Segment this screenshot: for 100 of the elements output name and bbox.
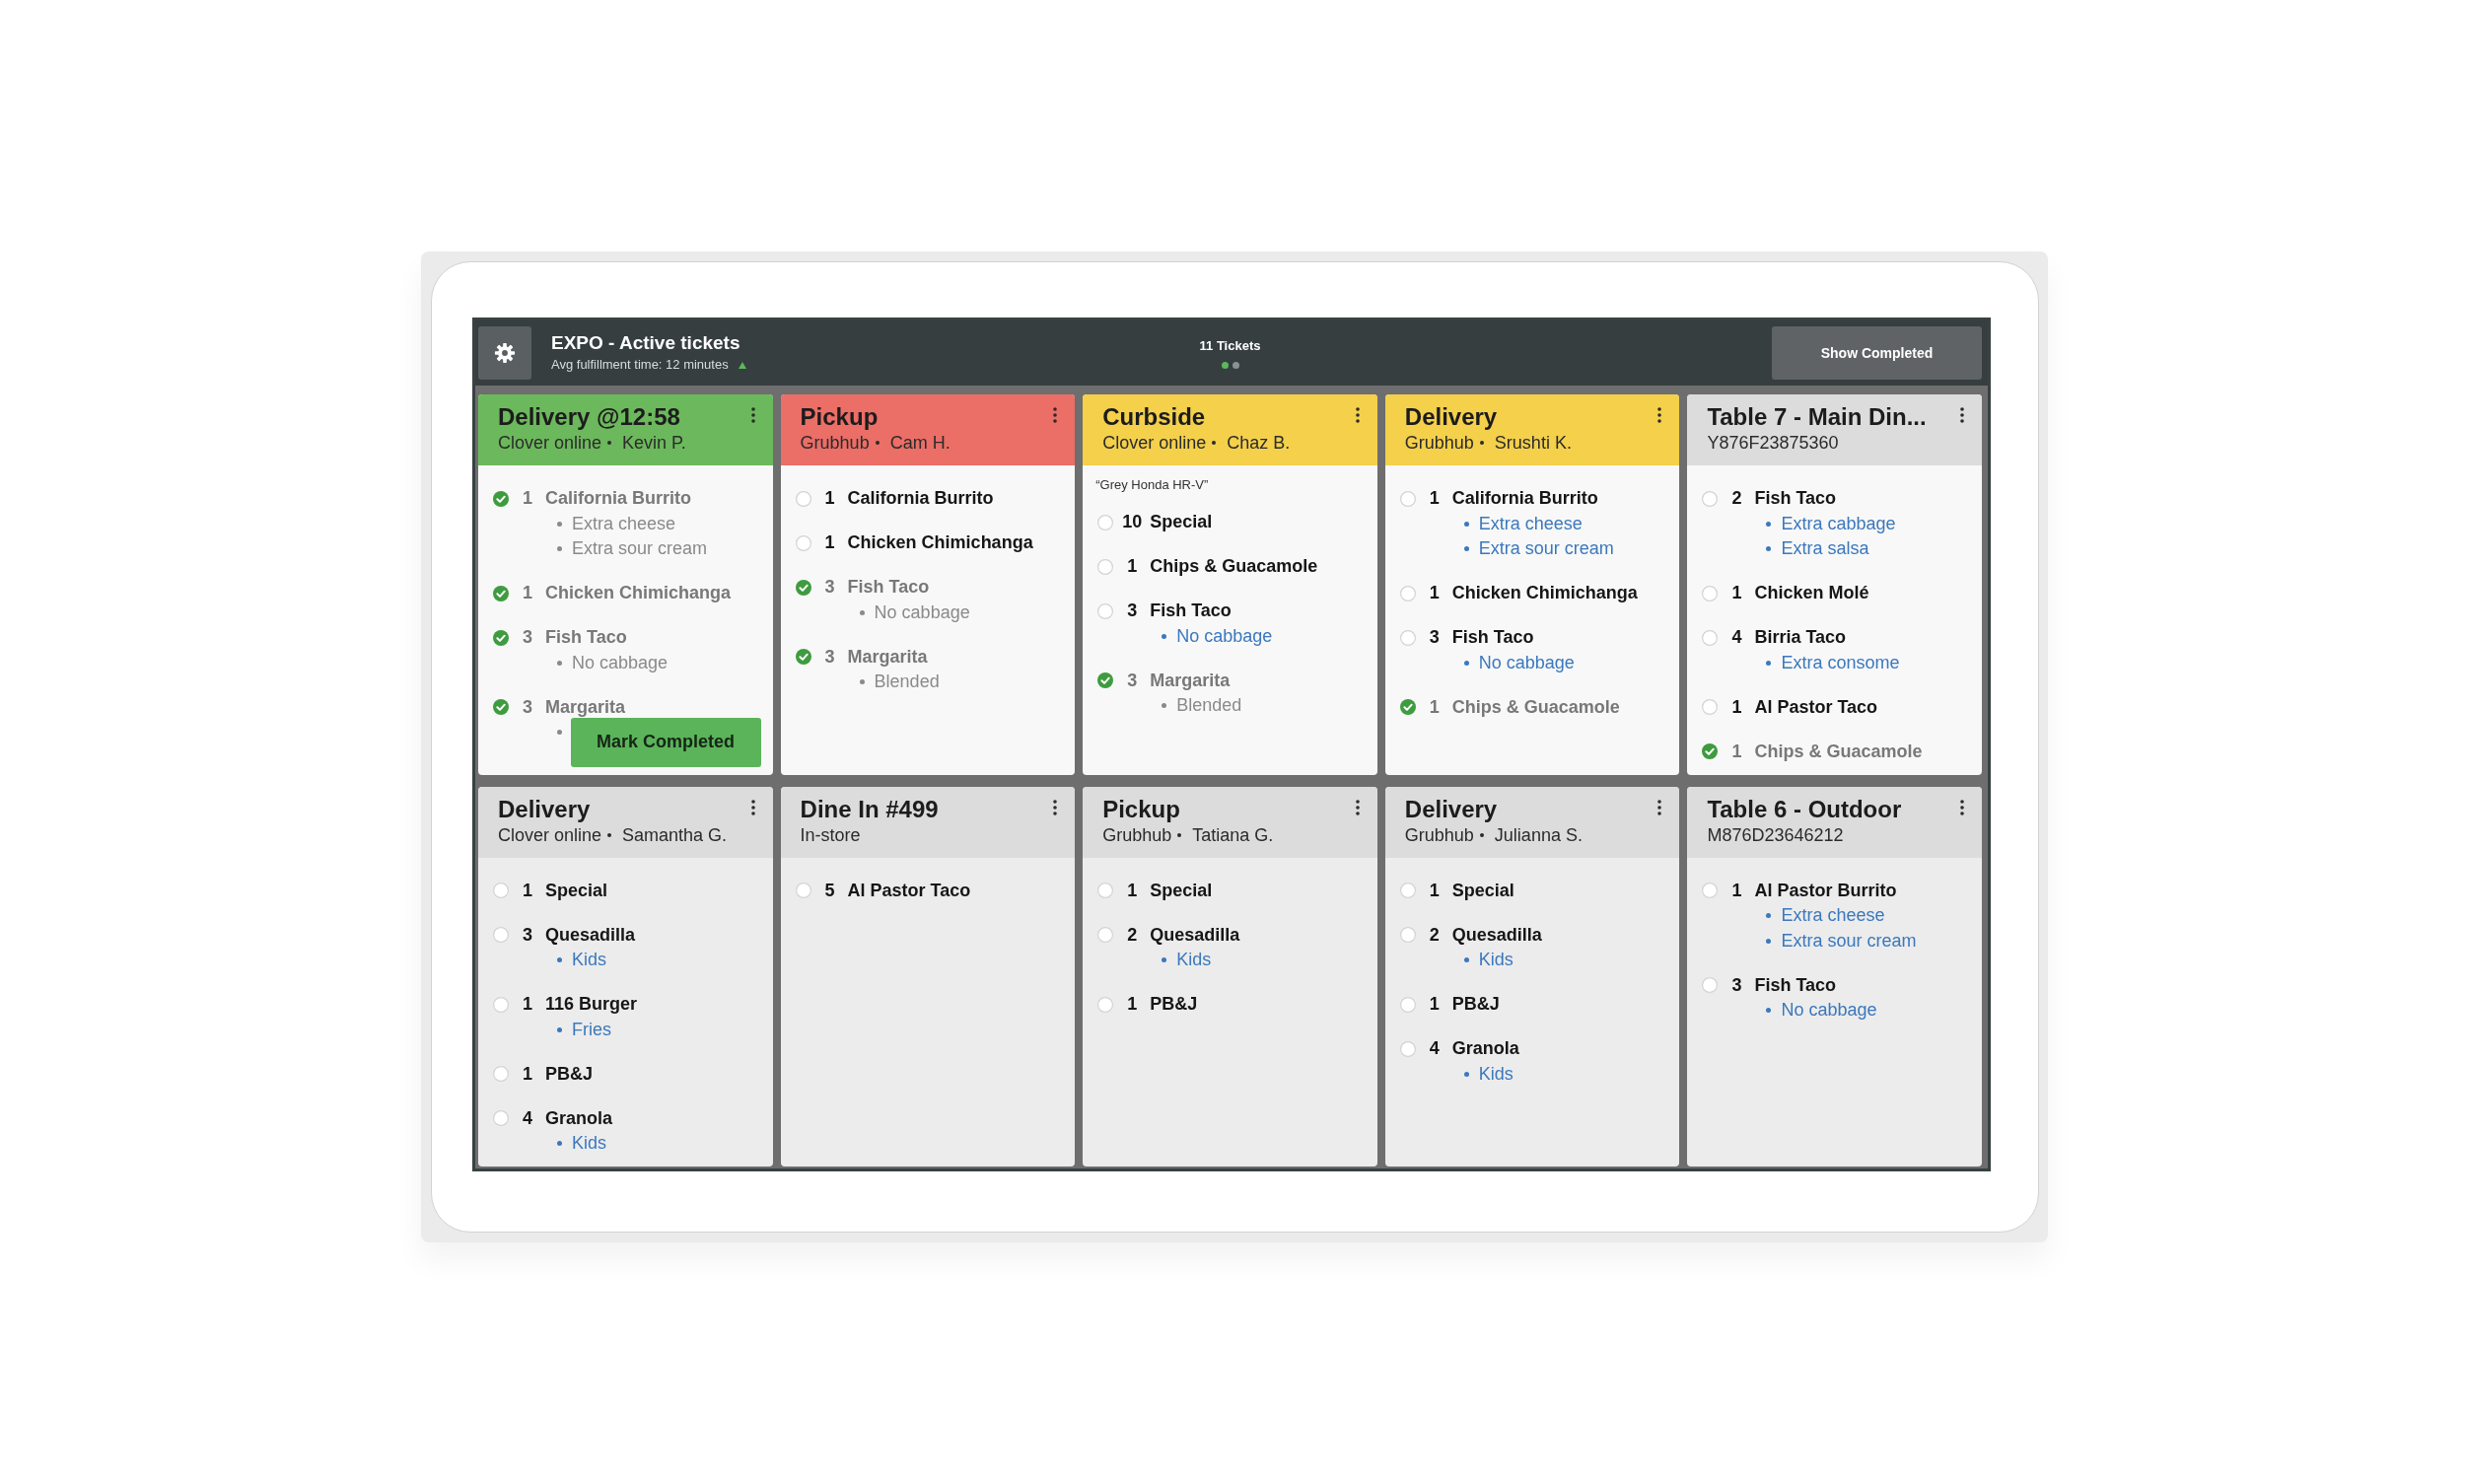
item-checkbox[interactable] bbox=[1399, 585, 1416, 601]
item-quantity: 1 bbox=[1428, 993, 1441, 1016]
show-completed-button[interactable]: Show Completed bbox=[1772, 326, 1982, 380]
item-name: Quesadilla bbox=[545, 923, 636, 947]
item-checkbox[interactable] bbox=[795, 490, 811, 507]
item-name: Fish Taco bbox=[1754, 973, 1838, 997]
item-checkbox[interactable] bbox=[1702, 585, 1719, 601]
item-checkbox[interactable] bbox=[493, 883, 509, 899]
item-checkbox[interactable] bbox=[1399, 629, 1416, 646]
item-checkbox[interactable] bbox=[1399, 699, 1416, 716]
modifier-text: Blended bbox=[874, 671, 940, 693]
item-checkbox[interactable] bbox=[1097, 996, 1114, 1013]
page-dot-icon[interactable] bbox=[1221, 361, 1229, 369]
kebab-menu-icon[interactable] bbox=[1355, 799, 1360, 815]
item-name: Margarita bbox=[545, 695, 626, 719]
item-name: Al Pastor Taco bbox=[847, 879, 971, 902]
item-checkbox[interactable] bbox=[1399, 490, 1416, 507]
item-checkbox[interactable] bbox=[1702, 699, 1719, 716]
item-quantity: 3 bbox=[1126, 600, 1139, 622]
modifier-text: Fries bbox=[572, 1018, 611, 1041]
item-checkbox[interactable] bbox=[493, 585, 509, 601]
ticket-subtitle: Grubhub bbox=[1404, 432, 1474, 454]
item-name: Chicken Molé bbox=[1754, 582, 1869, 604]
bullet-icon bbox=[1162, 633, 1167, 639]
item-checkbox[interactable] bbox=[1399, 1040, 1416, 1057]
ticket-title: Curbside bbox=[1102, 402, 1207, 432]
item-checkbox[interactable] bbox=[795, 579, 811, 596]
modifier-text: Kids bbox=[572, 1132, 606, 1155]
item-quantity: 3 bbox=[522, 626, 533, 649]
settings-button[interactable] bbox=[478, 326, 531, 380]
item-checkbox[interactable] bbox=[493, 996, 509, 1013]
ticket-subtitle: Grubhub bbox=[1102, 823, 1172, 846]
modifier-text: Kids bbox=[572, 949, 606, 971]
mark-completed-button[interactable]: Mark Completed bbox=[570, 717, 761, 767]
item-checkbox[interactable] bbox=[1097, 927, 1114, 944]
item-name: Chips & Guacamole bbox=[1754, 740, 1923, 763]
item-quantity: 3 bbox=[1126, 669, 1139, 692]
item-checkbox[interactable] bbox=[1097, 672, 1114, 689]
item-name: Fish Taco bbox=[545, 626, 628, 649]
ticket-title: Table 7 - Main Din... bbox=[1707, 402, 1928, 432]
ticket-subtitle: Tatiana G. bbox=[1192, 823, 1274, 846]
item-name: PB&J bbox=[545, 1062, 593, 1086]
item-checkbox[interactable] bbox=[493, 629, 509, 646]
kebab-menu-icon[interactable] bbox=[1657, 799, 1662, 815]
item-checkbox[interactable] bbox=[795, 649, 811, 666]
item-checkbox[interactable] bbox=[1097, 514, 1114, 530]
item-checkbox[interactable] bbox=[493, 699, 509, 716]
modifier-text: Kids bbox=[1478, 949, 1514, 971]
item-quantity: 1 bbox=[522, 487, 533, 510]
ticket-title: Pickup bbox=[1102, 794, 1181, 824]
item-quantity: 10 bbox=[1121, 511, 1144, 533]
bullet-icon bbox=[557, 546, 562, 552]
item-checkbox[interactable] bbox=[1702, 977, 1719, 994]
item-checkbox[interactable] bbox=[493, 1066, 509, 1083]
item-checkbox[interactable] bbox=[493, 927, 509, 944]
bullet-icon bbox=[1766, 1008, 1772, 1014]
item-checkbox[interactable] bbox=[795, 883, 811, 899]
item-quantity: 1 bbox=[1730, 740, 1743, 763]
modifier-text: Extra cheese bbox=[1781, 904, 1885, 927]
item-quantity: 5 bbox=[823, 879, 836, 902]
item-checkbox[interactable] bbox=[493, 1110, 509, 1127]
separator-dot-icon bbox=[1479, 441, 1484, 445]
kebab-menu-icon[interactable] bbox=[1960, 407, 1964, 423]
item-checkbox[interactable] bbox=[1702, 743, 1719, 760]
ticket-subtitle: Y876F23875360 bbox=[1707, 432, 1839, 454]
item-quantity: 1 bbox=[1428, 695, 1441, 719]
kebab-menu-icon[interactable] bbox=[1053, 799, 1058, 815]
item-quantity: 1 bbox=[1428, 879, 1441, 902]
item-checkbox[interactable] bbox=[1399, 927, 1416, 944]
item-checkbox[interactable] bbox=[1702, 629, 1719, 646]
kebab-menu-icon[interactable] bbox=[1960, 799, 1964, 815]
ticket-subtitle: Clover online bbox=[1102, 432, 1207, 454]
item-name: Margarita bbox=[1150, 669, 1232, 692]
modifier-text: Extra consome bbox=[1781, 651, 1900, 674]
kebab-menu-icon[interactable] bbox=[750, 407, 755, 423]
item-checkbox[interactable] bbox=[1097, 558, 1114, 575]
item-checkbox[interactable] bbox=[1399, 883, 1416, 899]
item-checkbox[interactable] bbox=[1097, 883, 1114, 899]
kebab-menu-icon[interactable] bbox=[1657, 407, 1662, 423]
ticket-title: Pickup bbox=[800, 402, 880, 432]
modifier-text: No cabbage bbox=[572, 651, 669, 674]
bullet-icon bbox=[1766, 660, 1772, 666]
item-quantity: 3 bbox=[522, 923, 533, 947]
bullet-icon bbox=[1766, 546, 1772, 552]
item-checkbox[interactable] bbox=[1097, 602, 1114, 619]
item-checkbox[interactable] bbox=[1702, 883, 1719, 899]
kebab-menu-icon[interactable] bbox=[750, 799, 755, 815]
item-quantity: 2 bbox=[1126, 923, 1139, 947]
item-checkbox[interactable] bbox=[795, 534, 811, 551]
item-checkbox[interactable] bbox=[1399, 996, 1416, 1013]
page-dot-icon[interactable] bbox=[1232, 361, 1239, 369]
modifier-text: Kids bbox=[1478, 1062, 1514, 1086]
kebab-menu-icon[interactable] bbox=[1355, 407, 1360, 423]
item-checkbox[interactable] bbox=[1702, 490, 1719, 507]
item-quantity: 4 bbox=[1730, 626, 1743, 649]
item-checkbox[interactable] bbox=[493, 490, 509, 507]
item-quantity: 3 bbox=[522, 695, 533, 719]
kebab-menu-icon[interactable] bbox=[1053, 407, 1058, 423]
item-quantity: 1 bbox=[1730, 879, 1743, 902]
item-name: Al Pastor Burrito bbox=[1754, 879, 1898, 902]
